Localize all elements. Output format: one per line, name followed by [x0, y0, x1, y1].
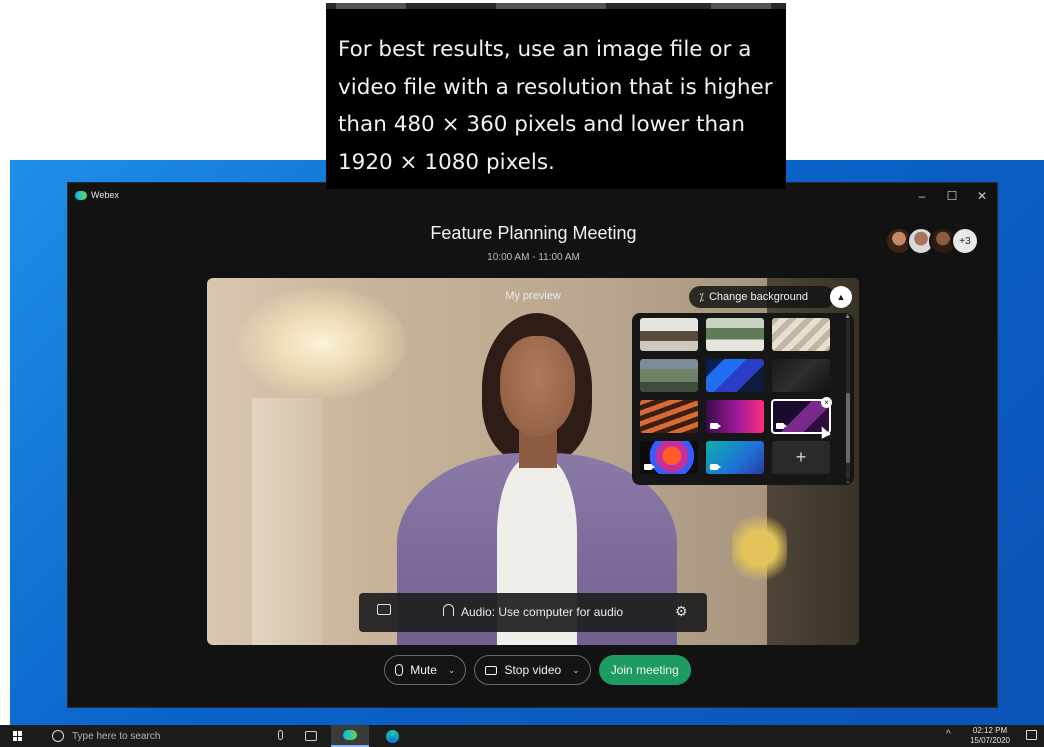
windows-logo-pane: [18, 736, 22, 741]
start-button[interactable]: [13, 731, 23, 741]
share-screen-icon[interactable]: [377, 604, 391, 615]
notification-icon[interactable]: [1026, 730, 1037, 740]
taskbar-search-box[interactable]: Type here to search: [42, 725, 256, 747]
mute-label: Mute: [410, 663, 437, 677]
video-icon: [710, 464, 721, 470]
headset-icon: [443, 604, 454, 616]
background-thumbnail[interactable]: [640, 400, 698, 433]
search-placeholder[interactable]: Type here to search: [72, 731, 160, 742]
magic-wand-icon: ⁒: [699, 291, 704, 304]
background-picker: + × ▲ ⌄: [632, 313, 854, 485]
webex-window: Webex – ☐ ✕ Feature Planning Meeting 10:…: [67, 182, 998, 708]
task-view-icon[interactable]: [305, 731, 317, 741]
minimize-button[interactable]: –: [907, 183, 937, 209]
close-button[interactable]: ✕: [967, 183, 997, 209]
windows-logo-pane: [13, 731, 17, 736]
callout-line: than 480 × 360 pixels and lower than: [338, 112, 745, 137]
maximize-button[interactable]: ☐: [937, 183, 967, 209]
clock-date: 15/07/2020: [969, 736, 1011, 745]
meeting-time: 10:00 AM - 11:00 AM: [487, 252, 580, 263]
camera-icon: [485, 665, 498, 675]
participant-avatars[interactable]: +3: [885, 227, 979, 255]
video-preview: My preview ⁒ Change background ▲ + × ▲ ⌄…: [207, 278, 859, 645]
tray-expand-icon[interactable]: ^: [946, 729, 951, 740]
picker-scrollbar[interactable]: [846, 393, 850, 463]
page-margin: [0, 160, 10, 725]
mute-button[interactable]: Mute ⌄: [384, 655, 467, 685]
webex-logo-icon: [75, 190, 87, 200]
video-icon: [710, 423, 721, 429]
callout-strip-segment: [496, 3, 606, 9]
webex-logo-icon: [343, 730, 357, 740]
background-light: [237, 288, 407, 398]
scroll-down-icon[interactable]: ⌄: [845, 477, 851, 485]
change-background-button[interactable]: ⁒ Change background: [689, 286, 835, 308]
stop-video-label: Stop video: [504, 663, 562, 677]
callout-line: video file with a resolution that is hig…: [338, 74, 773, 100]
screenshot: For best results, use an image file or a…: [0, 0, 1044, 747]
background-thumbnail-video[interactable]: [640, 441, 698, 474]
background-plant: [732, 508, 787, 588]
cortana-search-icon: [52, 730, 64, 742]
callout-line: For best results, use an image file or a: [338, 37, 752, 62]
more-participants-badge[interactable]: +3: [951, 227, 979, 255]
chevron-down-icon[interactable]: ⌄: [572, 665, 580, 676]
windows-taskbar: Type here to search ^ 02:12 PM 15/07/202…: [0, 725, 1044, 747]
audio-bar[interactable]: Audio: Use computer for audio ⚙: [359, 593, 707, 632]
window-controls: – ☐ ✕: [907, 183, 997, 209]
background-thumbnail-video[interactable]: [706, 441, 764, 474]
callout-top-strip: [326, 3, 786, 9]
edge-browser-icon[interactable]: [386, 730, 399, 743]
add-background-button[interactable]: +: [772, 441, 830, 474]
person-face: [500, 336, 575, 436]
background-thumbnail[interactable]: [640, 359, 698, 392]
background-grid: +: [640, 318, 854, 474]
meeting-controls: Mute ⌄ Stop video ⌄ Join meeting: [68, 655, 999, 685]
microphone-icon[interactable]: [278, 730, 283, 740]
audio-option-label[interactable]: Audio: Use computer for audio: [461, 605, 623, 619]
resolution-tip-callout: For best results, use an image file or a…: [326, 3, 786, 189]
stop-video-button[interactable]: Stop video ⌄: [474, 655, 591, 685]
change-background-label: Change background: [708, 291, 809, 303]
taskbar-webex-app[interactable]: [331, 725, 369, 747]
video-icon: [644, 464, 655, 470]
window-title: Webex: [75, 190, 119, 200]
gear-icon[interactable]: ⚙: [675, 603, 688, 620]
video-icon: [776, 423, 787, 429]
callout-strip-segment: [336, 3, 406, 9]
system-clock[interactable]: 02:12 PM 15/07/2020: [962, 726, 1018, 746]
remove-background-icon[interactable]: ×: [821, 397, 832, 408]
app-name: Webex: [91, 190, 119, 200]
scroll-up-icon[interactable]: ▲: [844, 313, 851, 320]
callout-strip-segment: [711, 3, 771, 9]
background-thumbnail[interactable]: [640, 318, 698, 351]
background-thumbnail[interactable]: [772, 318, 830, 351]
collapse-background-button[interactable]: ▲: [830, 286, 852, 308]
background-thumbnail[interactable]: [772, 359, 830, 392]
background-thumbnail[interactable]: [706, 359, 764, 392]
background-thumbnail-video[interactable]: [706, 400, 764, 433]
background-thumbnail[interactable]: [706, 318, 764, 351]
windows-logo-pane: [18, 731, 22, 736]
meeting-title: Feature Planning Meeting: [430, 223, 637, 243]
join-meeting-button[interactable]: Join meeting: [598, 655, 691, 685]
callout-line: 1920 × 1080 pixels.: [338, 149, 555, 175]
microphone-icon: [395, 664, 404, 676]
windows-logo-pane: [13, 736, 17, 741]
clock-time: 02:12 PM: [972, 726, 1008, 735]
background-door: [252, 398, 322, 645]
chevron-down-icon[interactable]: ⌄: [448, 665, 456, 676]
